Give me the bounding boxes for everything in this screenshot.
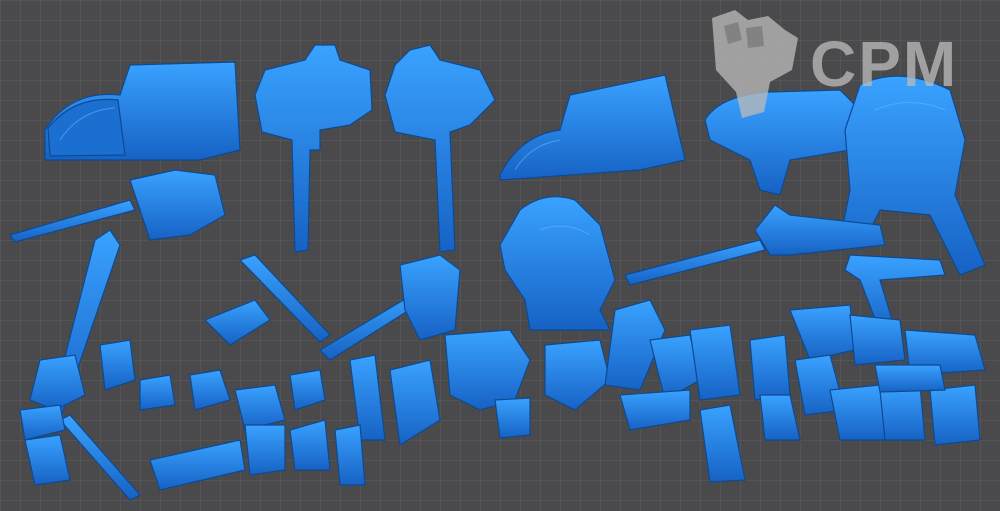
print-bed-scene: CPM [0, 0, 1000, 511]
watermark-text: CPM [810, 28, 959, 100]
